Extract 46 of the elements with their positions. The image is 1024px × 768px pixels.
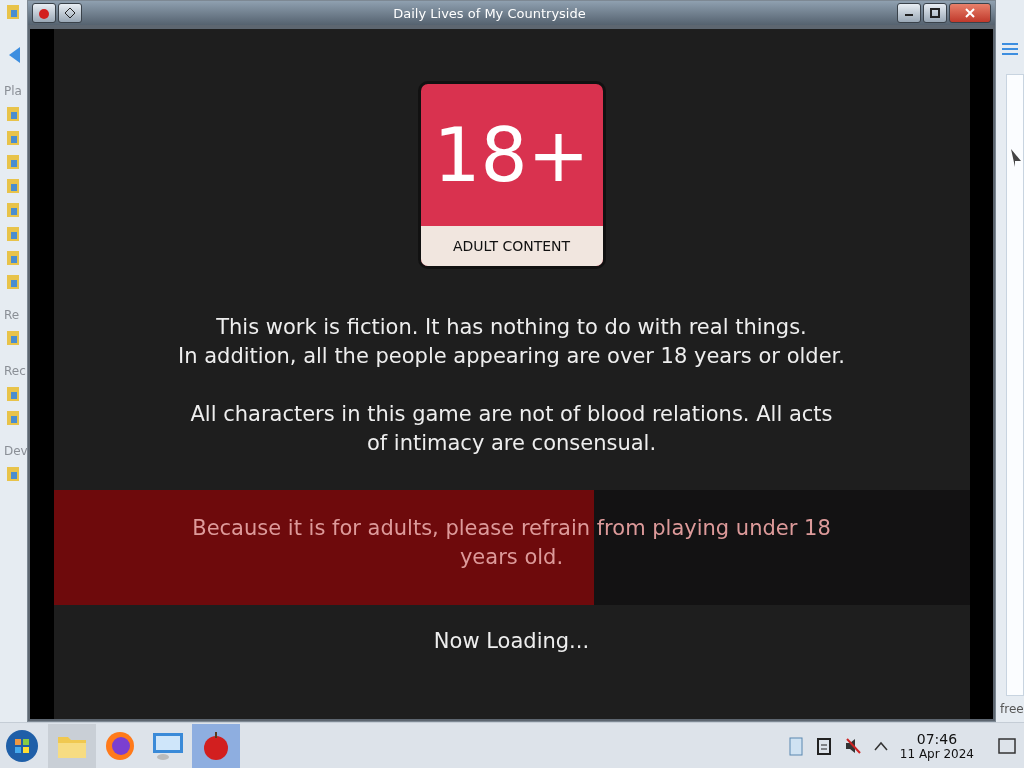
close-icon <box>965 8 975 18</box>
folder-icon <box>6 2 20 20</box>
close-button[interactable] <box>949 3 991 23</box>
show-desktop-icon[interactable] <box>998 736 1016 755</box>
folder-icon <box>6 248 20 266</box>
browser-icon <box>105 730 135 761</box>
cursor-icon <box>1011 149 1021 167</box>
badge-label: ADULT CONTENT <box>420 226 603 266</box>
folder-icon <box>6 200 20 218</box>
start-button[interactable] <box>4 727 40 764</box>
folder-icon <box>6 176 20 194</box>
notice-text: This work is fiction. It has nothing to do with real things. In addition, all the people appearing are over 18 years or older. <box>178 314 845 370</box>
clipboard-icon[interactable] <box>787 735 804 756</box>
apple-icon[interactable] <box>32 3 56 23</box>
folder-icon <box>6 272 20 290</box>
folder-icon <box>6 464 20 482</box>
clock-time: 07:46 <box>916 730 958 747</box>
minimize-button[interactable] <box>897 3 921 23</box>
warning-text: Because it is for adults, please refrain from playing under 18 years old. <box>191 515 832 571</box>
sidebar-heading: Pla <box>3 84 23 98</box>
sidebar-heading: Dev <box>3 444 27 458</box>
window-title: Daily Lives of My Countryside <box>392 5 587 21</box>
folder-icon <box>6 128 20 146</box>
folder-icon <box>6 408 20 426</box>
taskbar-app[interactable] <box>192 723 240 768</box>
notice-text: All characters in this game are not of blood relations. All acts of intimacy are consensual. <box>189 401 834 457</box>
maximize-icon <box>930 8 940 18</box>
folder-icon <box>6 328 20 346</box>
menu-icon[interactable] <box>1002 42 1018 56</box>
notes-icon[interactable] <box>815 736 832 755</box>
chevron-up-icon[interactable] <box>873 740 888 751</box>
clock[interactable]: 07:46 11 Apr 2024 <box>899 730 974 761</box>
sidebar-heading: Rec <box>3 364 27 378</box>
folder-icon <box>6 224 20 242</box>
sidebar-heading: Re <box>3 308 21 322</box>
status-text: free <box>999 702 1024 718</box>
maximize-button[interactable] <box>923 3 947 23</box>
clock-date: 11 Apr 2024 <box>899 746 974 761</box>
loading-status: Now Loading... <box>433 629 590 653</box>
folder-icon <box>6 104 20 122</box>
apple-icon <box>202 730 230 761</box>
monitor-icon <box>152 730 184 761</box>
folder-icon <box>6 152 20 170</box>
rating-text: 18+ <box>432 111 591 200</box>
muted-speaker-icon[interactable] <box>843 736 862 755</box>
folder-icon <box>6 384 20 402</box>
